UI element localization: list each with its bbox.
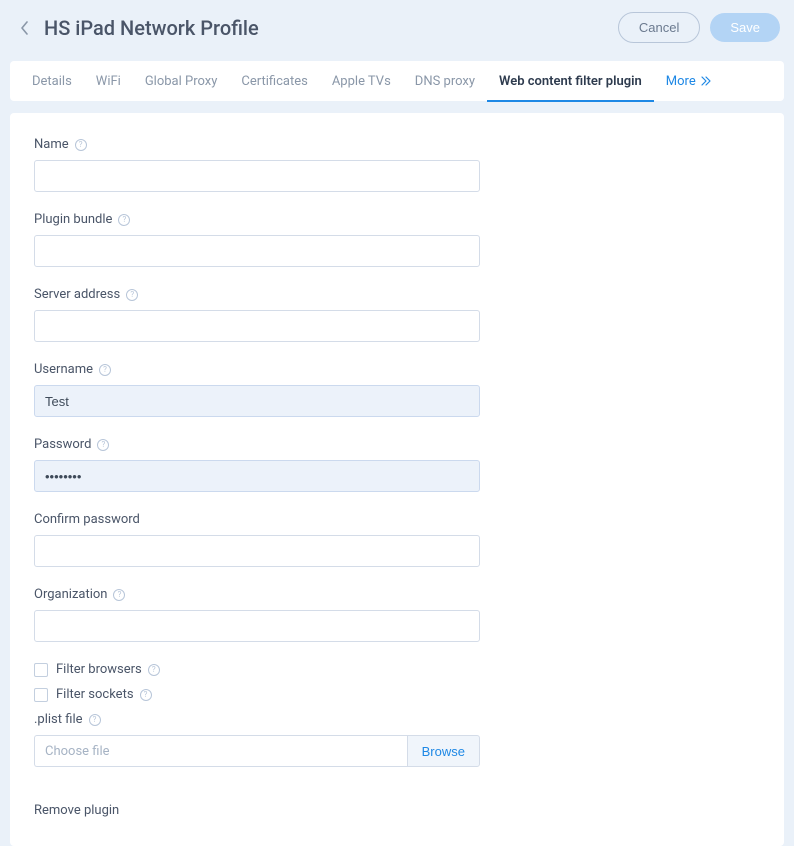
confirm-password-input[interactable] — [34, 535, 480, 567]
organization-input[interactable] — [34, 610, 480, 642]
password-label: Password — [34, 437, 91, 452]
filter-sockets-checkbox[interactable] — [34, 688, 48, 702]
tab-web-content-filter-plugin[interactable]: Web content filter plugin — [487, 62, 654, 101]
help-icon[interactable]: ? — [126, 289, 138, 301]
filter-browsers-label: Filter browsers — [56, 662, 142, 677]
tab-global-proxy[interactable]: Global Proxy — [133, 62, 230, 101]
form-card: Name ? Plugin bundle ? Server address ? … — [10, 113, 784, 846]
help-icon[interactable]: ? — [97, 439, 109, 451]
username-label: Username — [34, 362, 93, 377]
filter-sockets-label: Filter sockets — [56, 687, 134, 702]
tab-details[interactable]: Details — [20, 62, 84, 101]
plugin-bundle-input[interactable] — [34, 235, 480, 267]
tab-more[interactable]: More — [654, 62, 724, 101]
organization-label: Organization — [34, 587, 107, 602]
page-title: HS iPad Network Profile — [44, 16, 618, 40]
tab-apple-tvs[interactable]: Apple TVs — [320, 62, 403, 101]
help-icon[interactable]: ? — [75, 139, 87, 151]
tab-dns-proxy[interactable]: DNS proxy — [403, 62, 487, 101]
plist-file-input[interactable]: Choose file — [34, 735, 407, 767]
tab-wifi[interactable]: WiFi — [84, 62, 133, 101]
plugin-bundle-label: Plugin bundle — [34, 212, 112, 227]
server-address-input[interactable] — [34, 310, 480, 342]
tabs-bar: Details WiFi Global Proxy Certificates A… — [10, 61, 784, 101]
chevrons-right-icon — [700, 76, 712, 86]
password-input[interactable] — [34, 460, 480, 492]
cancel-button[interactable]: Cancel — [618, 12, 700, 43]
server-address-label: Server address — [34, 287, 120, 302]
help-icon[interactable]: ? — [148, 664, 160, 676]
confirm-password-label: Confirm password — [34, 512, 140, 527]
back-button[interactable] — [14, 18, 34, 38]
help-icon[interactable]: ? — [113, 589, 125, 601]
help-icon[interactable]: ? — [99, 364, 111, 376]
username-input[interactable] — [34, 385, 480, 417]
tab-certificates[interactable]: Certificates — [229, 62, 319, 101]
name-label: Name — [34, 137, 69, 152]
tab-more-label: More — [666, 74, 696, 89]
filter-browsers-checkbox[interactable] — [34, 663, 48, 677]
help-icon[interactable]: ? — [118, 214, 130, 226]
name-input[interactable] — [34, 160, 480, 192]
browse-button[interactable]: Browse — [407, 735, 480, 767]
plist-file-label: .plist file — [34, 712, 83, 727]
help-icon[interactable]: ? — [89, 714, 101, 726]
help-icon[interactable]: ? — [140, 689, 152, 701]
remove-plugin-link[interactable]: Remove plugin — [34, 803, 119, 818]
save-button[interactable]: Save — [710, 13, 780, 42]
